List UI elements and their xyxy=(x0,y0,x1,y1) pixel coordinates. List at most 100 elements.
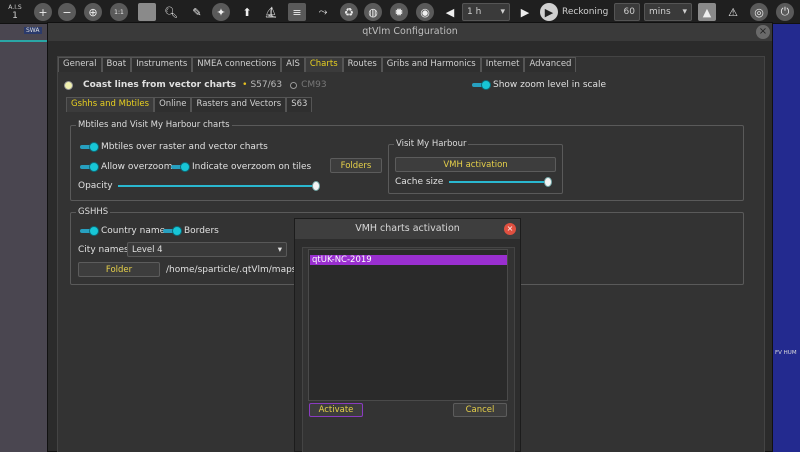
vmh-activation-button[interactable]: VMH activation xyxy=(395,157,556,172)
ais-toggle[interactable]: A.I.S 1 xyxy=(4,3,26,21)
cache-size-slider-fill xyxy=(449,181,548,183)
close-icon[interactable]: × xyxy=(756,25,770,39)
previous-icon[interactable]: ◀ xyxy=(441,3,459,21)
cache-size-slider-handle[interactable] xyxy=(544,177,552,187)
allow-overzoom-label: Allow overzoom xyxy=(101,162,173,172)
tab-s63[interactable]: S63 xyxy=(286,97,313,112)
magnifier-icon[interactable]: 🔍︎ xyxy=(162,3,180,21)
radio-selected-icon[interactable]: • xyxy=(242,80,247,90)
indicate-overzoom-label: Indicate overzoom on tiles xyxy=(192,162,312,172)
coastlines-radio[interactable] xyxy=(64,80,73,90)
ais-value: 1 xyxy=(12,11,18,21)
config-titlebar: qtVlm Configuration × xyxy=(48,23,772,41)
tab-online[interactable]: Online xyxy=(154,97,192,112)
country-name-toggle[interactable] xyxy=(80,226,99,236)
select-area-icon[interactable] xyxy=(138,3,156,21)
zoom-fit-icon[interactable]: ⊕ xyxy=(84,3,102,21)
borders-label: Borders xyxy=(184,226,219,236)
globe-icon[interactable]: ◍ xyxy=(364,3,382,21)
config-tabs: General Boat Instruments NMEA connection… xyxy=(58,57,577,72)
tab-rasters-and-vectors[interactable]: Rasters and Vectors xyxy=(191,97,287,112)
vmh-charts-list[interactable]: qtUK-NC-2019 xyxy=(308,249,508,401)
layers-icon[interactable]: ≡ xyxy=(288,3,306,21)
tab-routes[interactable]: Routes xyxy=(342,57,382,72)
zoom-in-icon[interactable]: + xyxy=(34,3,52,21)
chevron-down-icon: ▾ xyxy=(500,7,505,17)
close-icon[interactable]: × xyxy=(504,223,516,235)
opacity-slider[interactable] xyxy=(118,181,320,191)
indicate-overzoom-toggle[interactable] xyxy=(171,162,190,172)
time-step-select[interactable]: 1 h ▾ xyxy=(462,3,510,21)
tab-gribs-and-harmonics[interactable]: Gribs and Harmonics xyxy=(381,57,481,72)
pencil-icon[interactable]: ✎ xyxy=(188,3,206,21)
gshhs-folder-button[interactable]: Folder xyxy=(78,262,160,277)
mbtiles-over-raster-label: Mbtiles over raster and vector charts xyxy=(101,142,268,152)
reckoning-unit-select[interactable]: mins ▾ xyxy=(644,3,692,21)
borders-toggle[interactable] xyxy=(163,226,182,236)
gshhs-folder-path: /home/sparticle/.qtVlm/maps/ xyxy=(166,265,300,275)
map-area-left[interactable] xyxy=(0,24,47,452)
borders-row: Borders xyxy=(163,226,219,236)
map-area-right[interactable] xyxy=(773,24,800,452)
vmh-activation-dialog: VMH charts activation × qtUK-NC-2019 Act… xyxy=(294,218,521,452)
arrow-up-icon[interactable]: ⬆ xyxy=(238,3,256,21)
cache-size-slider[interactable] xyxy=(449,177,552,187)
coastlines-cm93-radio[interactable] xyxy=(290,81,298,89)
grib-icon[interactable]: ◉ xyxy=(416,3,434,21)
app-toolbar: A.I.S 1 + − ⊕ 1:1 🔍︎ ✎ ✦ ⬆ ⛵︎ ≡ ⤳ ♻ ◍ ✹ … xyxy=(0,0,800,24)
map-left-label: SWA xyxy=(24,27,42,34)
folders-button[interactable]: Folders xyxy=(330,158,382,173)
city-names-label: City names xyxy=(78,245,129,255)
warning-icon[interactable]: ⚠ xyxy=(724,3,742,21)
route-icon[interactable]: ⤳ xyxy=(314,3,332,21)
power-icon[interactable]: ⏻ xyxy=(776,3,794,21)
country-name-row: Country name xyxy=(80,226,165,236)
tab-ais[interactable]: AIS xyxy=(281,57,305,72)
tab-internet[interactable]: Internet xyxy=(480,57,525,72)
cache-size-label: Cache size xyxy=(395,177,444,187)
mbtiles-over-raster-toggle[interactable] xyxy=(80,142,99,152)
tab-charts[interactable]: Charts xyxy=(304,57,343,72)
indicate-overzoom-row: Indicate overzoom on tiles xyxy=(171,162,311,172)
show-zoom-toggle[interactable] xyxy=(472,80,491,90)
vmh-dialog-title: VMH charts activation xyxy=(355,223,460,234)
map-stripe xyxy=(0,40,47,42)
allow-overzoom-toggle[interactable] xyxy=(80,162,99,172)
tab-nmea-connections[interactable]: NMEA connections xyxy=(192,57,282,72)
coastlines-s57-option[interactable]: S57/63 xyxy=(250,80,282,90)
play-icon[interactable]: ▶ xyxy=(540,3,558,21)
opacity-label: Opacity xyxy=(78,181,113,191)
tab-instruments[interactable]: Instruments xyxy=(131,57,193,72)
next-icon[interactable]: ▶ xyxy=(516,3,534,21)
boat-icon[interactable]: ⛵︎ xyxy=(262,3,280,21)
coastlines-label: Coast lines from vector charts xyxy=(83,80,237,90)
country-name-label: Country name xyxy=(101,226,166,236)
show-zoom-row: Show zoom level in scale xyxy=(472,80,606,90)
zoom-level-icon[interactable]: 1:1 xyxy=(110,3,128,21)
mbtiles-over-raster-row: Mbtiles over raster and vector charts xyxy=(80,142,268,152)
opacity-slider-handle[interactable] xyxy=(312,181,320,191)
settings-icon[interactable]: ✹ xyxy=(390,3,408,21)
cancel-button[interactable]: Cancel xyxy=(453,403,507,417)
list-item[interactable]: qtUK-NC-2019 xyxy=(310,255,507,265)
opacity-slider-fill xyxy=(118,185,316,187)
coastlines-row: Coast lines from vector charts • S57/63 … xyxy=(64,80,327,90)
tab-advanced[interactable]: Advanced xyxy=(524,57,577,72)
reckoning-unit: mins xyxy=(649,7,671,17)
vmh-group-title: Visit My Harbour xyxy=(394,139,469,149)
city-names-select[interactable]: Level 4 ▾ xyxy=(127,242,287,257)
tab-boat[interactable]: Boat xyxy=(101,57,132,72)
bell-icon[interactable]: ▲ xyxy=(698,3,716,21)
reckoning-input[interactable]: 60 xyxy=(614,3,640,21)
compass-icon[interactable]: ✦ xyxy=(212,3,230,21)
show-zoom-label: Show zoom level in scale xyxy=(493,80,607,90)
record-icon[interactable]: ◎ xyxy=(750,3,768,21)
tab-gshhs-and-mbtiles[interactable]: Gshhs and Mbtiles xyxy=(66,97,155,112)
activate-button[interactable]: Activate xyxy=(309,403,363,417)
reckoning-value: 60 xyxy=(623,7,635,17)
tab-general[interactable]: General xyxy=(58,57,102,72)
zoom-out-icon[interactable]: − xyxy=(58,3,76,21)
config-window-title: qtVlm Configuration xyxy=(362,26,458,37)
recycle-icon[interactable]: ♻ xyxy=(340,3,358,21)
coastlines-cm93-option[interactable]: CM93 xyxy=(301,80,327,90)
